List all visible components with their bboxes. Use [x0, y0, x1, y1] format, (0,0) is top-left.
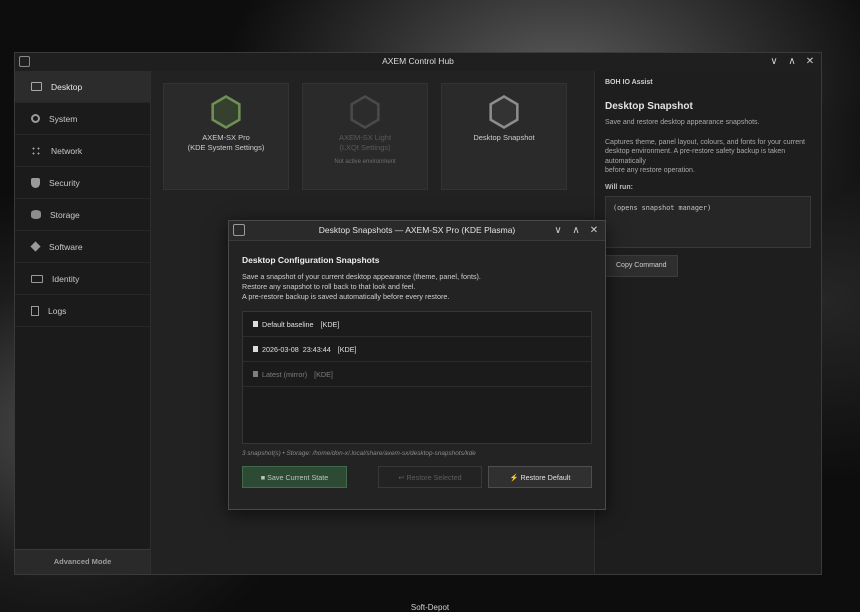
tile-title: Desktop Snapshot [473, 133, 535, 142]
sidebar-item-security[interactable]: Security [15, 167, 150, 199]
snapshot-icon [253, 371, 258, 377]
assist-detail: Captures theme, panel layout, colours, a… [605, 138, 811, 176]
assist-detail-line: desktop environment. A pre-restore safet… [605, 148, 786, 165]
tile-note: Not active environment [334, 159, 396, 165]
window-title: AXEM Control Hub [382, 56, 454, 66]
restore-default-button[interactable]: ⚡ Restore Default [488, 466, 592, 488]
disk-icon [31, 210, 41, 219]
dialog-heading: Desktop Configuration Snapshots [242, 255, 380, 265]
window-titlebar[interactable]: AXEM Control Hub ∨ ∧ ✕ [15, 53, 821, 72]
assist-detail-line: before any restore operation. [605, 167, 695, 174]
maximize-button[interactable]: ∧ [787, 55, 797, 69]
snapshot-tag: [KDE] [320, 319, 340, 329]
network-icon [31, 146, 42, 155]
assist-detail-line: Captures theme, panel layout, colours, a… [605, 138, 805, 146]
description-line: Restore any snapshot to roll back to tha… [242, 282, 416, 291]
snapshot-name: Latest (mirror) [262, 369, 308, 379]
snapshot-name: 2026-03-08 23:43:44 [262, 344, 331, 354]
snapshot-row[interactable]: 2026-03-08 23:43:44 [KDE] [243, 337, 591, 362]
dialog-minimize-button[interactable]: ∨ [553, 224, 563, 238]
command-box[interactable]: (opens snapshot manager) [605, 195, 811, 248]
sidebar-item-label: Software [49, 241, 83, 252]
assist-title: Desktop Snapshot [605, 101, 693, 112]
snapshot-row[interactable]: Latest (mirror) [KDE] [243, 362, 591, 387]
advanced-mode-button[interactable]: Advanced Mode [15, 549, 150, 574]
snapshot-row[interactable]: Default baseline [KDE] [243, 312, 591, 337]
tile-axem-sx-light: AXEM-SX Light (LXQt Settings) Not active… [302, 83, 428, 190]
wallpaper-caption: Soft-Depot [410, 603, 450, 612]
shield-icon [31, 177, 40, 188]
tile-subtitle: (LXQt Settings) [339, 143, 391, 152]
sidebar-item-storage[interactable]: Storage [15, 199, 150, 231]
package-icon [30, 241, 41, 252]
sidebar-item-label: Network [51, 145, 83, 156]
minimize-button[interactable]: ∨ [769, 55, 779, 69]
document-icon [31, 305, 39, 316]
snapshot-name: Default baseline [262, 319, 314, 329]
lxqt-settings-icon [350, 95, 380, 129]
close-button[interactable]: ✕ [805, 55, 815, 69]
snapshot-tag: [KDE] [337, 344, 357, 354]
tile-axem-sx-pro[interactable]: AXEM-SX Pro (KDE System Settings) [163, 83, 289, 190]
assist-panel: BOH IO Assist Desktop Snapshot Save and … [594, 71, 821, 574]
copy-command-button[interactable]: Copy Command [605, 254, 678, 277]
monitor-icon [31, 82, 42, 91]
assist-header: BOH IO Assist [605, 79, 653, 86]
restore-selected-button[interactable]: ↩ Restore Selected [378, 466, 482, 488]
snapshot-icon [253, 346, 258, 352]
snapshot-tag: [KDE] [314, 369, 333, 379]
tile-title: AXEM-SX Pro [202, 133, 250, 142]
gear-icon [31, 114, 40, 123]
save-current-state-button[interactable]: ■ Save Current State [242, 466, 347, 488]
will-run-label: Will run: [605, 183, 633, 191]
description-line: A pre-restore backup is saved automatica… [242, 292, 450, 301]
sidebar-item-label: Storage [50, 209, 80, 220]
sidebar-item-identity[interactable]: Identity [15, 263, 150, 295]
tile-title: AXEM-SX Light [338, 133, 392, 142]
lock-icon [253, 321, 258, 327]
snapshot-icon [489, 95, 519, 129]
dialog-title: Desktop Snapshots — AXEM-SX Pro (KDE Pla… [318, 225, 516, 235]
dialog-maximize-button[interactable]: ∧ [571, 224, 581, 238]
snapshot-list[interactable]: Default baseline [KDE] 2026-03-08 23:43:… [242, 311, 592, 444]
sidebar-item-label: System [49, 113, 78, 124]
sidebar-item-system[interactable]: System [15, 103, 150, 135]
sidebar-item-network[interactable]: Network [15, 135, 150, 167]
description-line: Save a snapshot of your current desktop … [242, 272, 481, 281]
sidebar-item-label: Security [49, 177, 80, 188]
id-card-icon [31, 274, 43, 283]
dialog-titlebar[interactable]: Desktop Snapshots — AXEM-SX Pro (KDE Pla… [229, 221, 605, 241]
sidebar-item-label: Desktop [51, 81, 83, 92]
snapshot-dialog: Desktop Snapshots — AXEM-SX Pro (KDE Pla… [228, 220, 606, 510]
tile-subtitle: (KDE System Settings) [187, 143, 265, 152]
sidebar-item-label: Identity [52, 273, 80, 284]
sidebar-item-label: Logs [48, 305, 67, 316]
storage-status: 3 snapshot(s) • Storage: /home/don-x/.lo… [242, 450, 476, 457]
assist-summary: Save and restore desktop appearance snap… [605, 119, 760, 126]
sidebar-item-logs[interactable]: Logs [15, 295, 150, 327]
sidebar-item-desktop[interactable]: Desktop [15, 71, 150, 103]
tile-desktop-snapshot[interactable]: Desktop Snapshot [441, 83, 567, 190]
sidebar: Desktop System Network Security Storage … [15, 71, 151, 574]
kde-settings-icon [211, 95, 241, 129]
sidebar-item-software[interactable]: Software [15, 231, 150, 263]
dialog-close-button[interactable]: ✕ [589, 224, 599, 238]
dialog-description: Save a snapshot of your current desktop … [242, 272, 592, 302]
